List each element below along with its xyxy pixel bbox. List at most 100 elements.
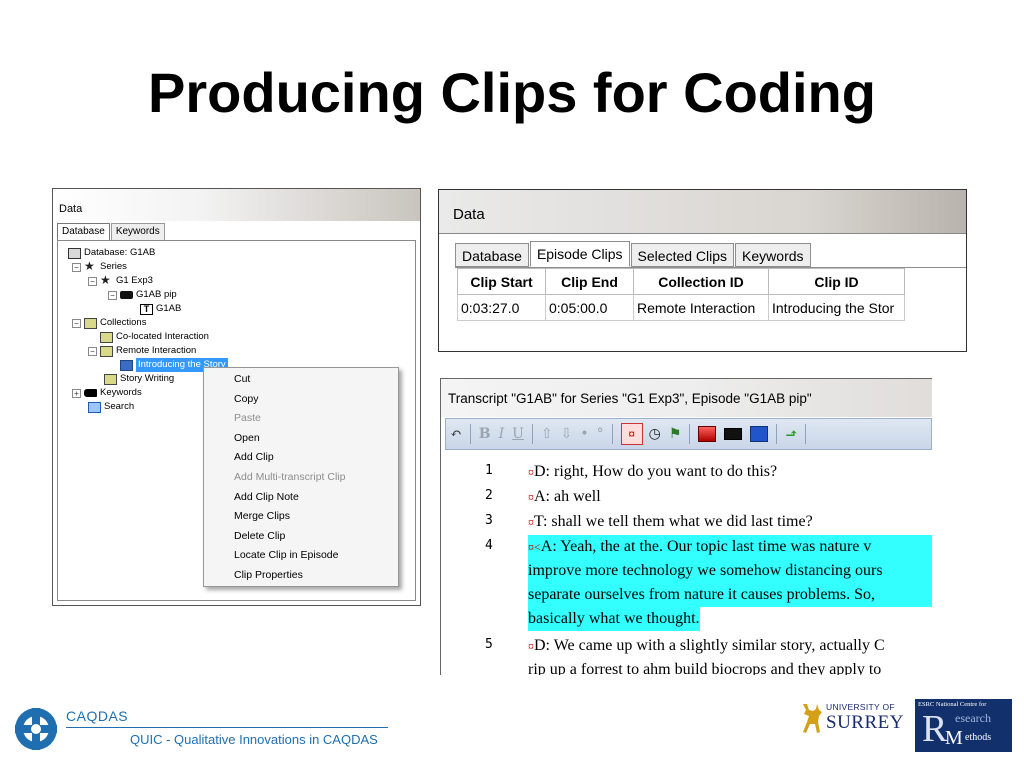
tree-node-label: Remote Interaction [116, 345, 197, 356]
collapse-icon[interactable]: − [88, 346, 97, 356]
collapse-icon[interactable]: − [108, 290, 117, 300]
slide-title: Producing Clips for Coding [148, 61, 876, 124]
tree-node-episode[interactable]: − G1AB pip [108, 288, 177, 302]
transcript-line-highlighted: basically what we thought. [528, 607, 700, 631]
footer-rule [66, 727, 388, 728]
column-header[interactable]: Collection ID [633, 268, 769, 295]
keyword-icon [84, 389, 97, 397]
tree-node-label: Story Writing [120, 373, 175, 384]
tree-node-search[interactable]: Search [88, 400, 134, 414]
column-header[interactable]: Clip ID [768, 268, 905, 295]
toolbar-separator [611, 424, 613, 444]
search-icon [88, 401, 101, 413]
line-text: rip up a forrest to ahm build biocrops a… [528, 661, 882, 675]
keyword-icon[interactable] [724, 428, 743, 440]
collapse-icon[interactable]: − [72, 262, 81, 272]
tree-node-keywords[interactable]: + Keywords [72, 386, 142, 400]
line-text: basically what we thought. [528, 610, 700, 627]
clips-table-panel: Clip Start Clip End Collection ID Clip I… [455, 267, 966, 351]
transcript-toolbar: ↶ B I U ⇧ ⇩ • ° ¤ ◷ ⚑ ⬏ [445, 418, 932, 450]
line-text: A: Yeah, the at the. Our topic last time… [540, 538, 872, 555]
table-row[interactable]: 0:03:27.0 0:05:00.0 Remote Interaction I… [457, 294, 905, 321]
menu-item-copy[interactable]: Copy [204, 390, 398, 410]
arrow-down-icon[interactable]: ⇩ [561, 426, 573, 442]
save-icon[interactable] [750, 426, 769, 442]
tab-episode-clips[interactable]: Episode Clips [529, 241, 630, 267]
tab-selected-clips[interactable]: Selected Clips [630, 243, 735, 267]
tree-node-label: Search [104, 401, 135, 412]
toolbar-separator [531, 424, 533, 444]
line-text: A: ah well [534, 488, 601, 505]
column-header[interactable]: Clip End [545, 268, 634, 295]
tab-keywords[interactable]: Keywords [110, 223, 165, 241]
column-header[interactable]: Clip Start [457, 268, 546, 295]
episode-icon [120, 291, 133, 299]
collapse-icon[interactable]: − [88, 276, 97, 286]
clip-icon [120, 359, 133, 371]
expand-icon[interactable]: + [72, 388, 81, 398]
menu-item-open[interactable]: Open [204, 429, 398, 449]
menu-item-add-multi-transcript-clip: Add Multi-transcript Clip [234, 470, 346, 483]
line-text: D: We came up with a slightly similar st… [534, 637, 885, 654]
menu-item-cut[interactable]: Cut [204, 370, 398, 390]
export-icon[interactable]: ⬏ [785, 426, 797, 442]
tree-node-collections[interactable]: − Collections [72, 316, 146, 330]
undo-icon[interactable]: ↶ [450, 426, 462, 442]
transcript-line-highlighted: improve more technology we somehow dista… [528, 559, 932, 583]
clips-tabs: Database Episode Clips Selected Clips Ke… [455, 241, 812, 267]
line-number-gutter: 1 2 3 4 5 [445, 453, 525, 675]
table-cell: 0:03:27.0 [457, 294, 546, 321]
tab-database[interactable]: Database [57, 223, 110, 241]
transcript-line: ¤D: right, How do you want to do this? [528, 460, 777, 484]
tree-node-database[interactable]: Database: G1AB [68, 246, 155, 260]
caqdas-tagline: QUIC - Qualitative Innovations in CAQDAS [130, 732, 378, 747]
tab-keywords[interactable]: Keywords [735, 243, 811, 267]
transcript-window: Transcript "G1AB" for Series "G1 Exp3", … [440, 378, 932, 675]
slide: Producing Clips for Coding Data Database… [0, 0, 1024, 768]
clip-icon[interactable] [698, 426, 717, 442]
tree-node-label: G1 Exp3 [116, 275, 153, 286]
surrey-stag-icon [803, 704, 822, 733]
episode-clips-window: Data Database Episode Clips Selected Cli… [438, 189, 967, 352]
esrc-logo: ESRC National Centre for R esearch M eth… [915, 699, 1012, 752]
collection-icon [84, 317, 97, 329]
time-code-icon[interactable]: ¤ [620, 423, 643, 445]
window-title: Data [53, 189, 420, 221]
line-number: 2 [485, 488, 493, 503]
transcript-line: ¤A: ah well [528, 485, 601, 509]
transcript-line: ¤T: shall we tell them what we did last … [528, 510, 813, 534]
menu-item-locate-clip[interactable]: Locate Clip in Episode [204, 546, 398, 566]
tree-node-transcript[interactable]: T G1AB [140, 302, 181, 316]
tab-database[interactable]: Database [455, 243, 529, 267]
collapse-icon[interactable]: − [72, 318, 81, 328]
line-number: 3 [485, 513, 493, 528]
tree-node-collection[interactable]: Co-located Interaction [100, 330, 209, 344]
bold-button[interactable]: B [479, 426, 491, 442]
surrey-name: SURREY [826, 712, 904, 733]
menu-item-add-clip-note[interactable]: Add Clip Note [204, 488, 398, 508]
tree-node-series-g1-exp3[interactable]: − G1 Exp3 [88, 273, 153, 288]
tree-node-label: Keywords [100, 387, 142, 398]
transcript-icon: T [140, 303, 153, 315]
menu-item-merge-clips[interactable]: Merge Clips [204, 507, 398, 527]
wave-icon[interactable]: ⚑ [669, 426, 682, 442]
menu-item-clip-properties[interactable]: Clip Properties [204, 566, 398, 586]
underline-button[interactable]: U [512, 426, 524, 442]
toolbar-separator [689, 424, 691, 444]
tree-node-collection[interactable]: − Remote Interaction [88, 344, 196, 358]
tree-node-label: Collections [100, 317, 147, 328]
menu-item-add-clip[interactable]: Add Clip [204, 448, 398, 468]
transcript-text[interactable]: 1 2 3 4 5 ¤D: right, How do you want to … [445, 453, 932, 675]
timer-icon[interactable]: ◷ [649, 426, 661, 442]
collection-icon [104, 373, 117, 385]
degree-icon[interactable]: ° [597, 426, 604, 442]
italic-button[interactable]: I [499, 426, 505, 442]
line-text: improve more technology we somehow dista… [528, 562, 883, 579]
dot-icon[interactable]: • [580, 426, 588, 442]
esrc-letter-r: R [922, 708, 948, 750]
tree-node-collection[interactable]: Story Writing [104, 372, 174, 386]
menu-item-delete-clip[interactable]: Delete Clip [204, 527, 398, 547]
line-text: D: right, How do you want to do this? [534, 463, 778, 480]
caqdas-name: CAQDAS [66, 708, 129, 724]
arrow-up-icon[interactable]: ⇧ [541, 426, 553, 442]
